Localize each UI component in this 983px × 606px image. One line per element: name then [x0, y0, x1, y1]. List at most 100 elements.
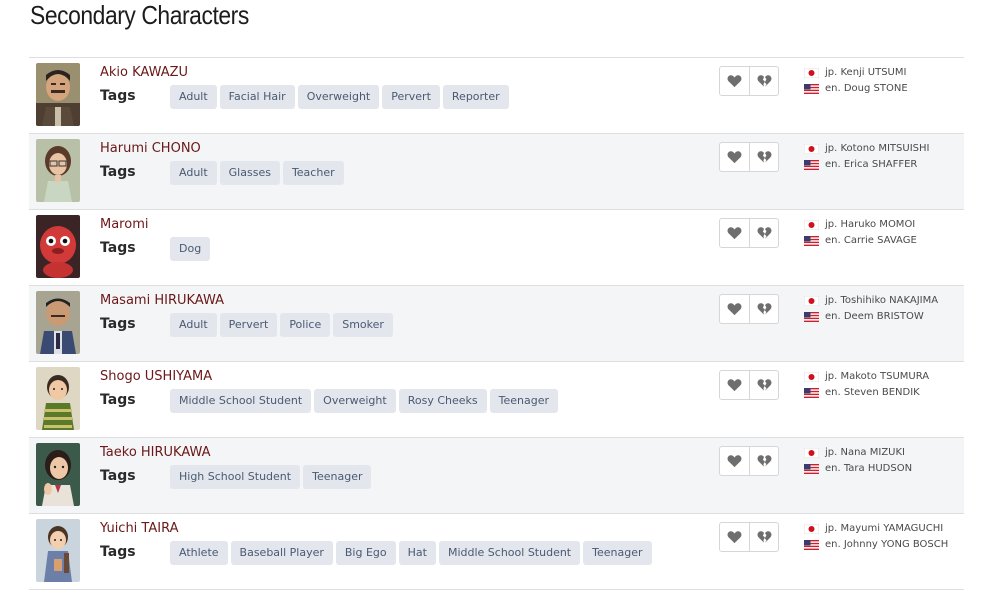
love-button[interactable] — [720, 447, 749, 475]
hate-button[interactable] — [749, 295, 778, 323]
va-japanese: jp. Toshihiko NAKAJIMA — [804, 293, 938, 309]
tag-chip[interactable]: Adult — [170, 313, 217, 337]
va-english-name[interactable]: en. Carrie SAVAGE — [825, 233, 917, 249]
tag-chip[interactable]: Dog — [170, 237, 211, 261]
va-english-name[interactable]: en. Steven BENDIK — [825, 385, 920, 401]
character-name[interactable]: Yuichi TAIRA — [100, 521, 179, 536]
va-english: en. Erica SHAFFER — [804, 157, 929, 173]
tag-chip[interactable]: Teacher — [282, 161, 344, 185]
tag-chip[interactable]: Overweight — [314, 389, 396, 413]
va-japanese-name[interactable]: jp. Makoto TSUMURA — [825, 369, 929, 385]
love-button[interactable] — [720, 523, 749, 551]
tags-label: Tags — [100, 468, 136, 484]
tag-chip[interactable]: Teenager — [489, 389, 558, 413]
tags-label: Tags — [100, 164, 136, 180]
hate-button[interactable] — [749, 143, 778, 171]
character-portrait[interactable] — [36, 443, 80, 506]
voice-actors: jp. Mayumi YAMAGUCHI en. Johnny YONG BOS… — [804, 521, 948, 553]
character-row: Harumi CHONO Tags AdultGlassesTeacher — [29, 134, 964, 210]
broken-heart-icon — [757, 303, 771, 315]
tag-chip[interactable]: Middle School Student — [170, 389, 312, 413]
tag-chip[interactable]: Athlete — [170, 541, 228, 565]
va-japanese-name[interactable]: jp. Kenji UTSUMI — [825, 65, 906, 81]
character-name[interactable]: Maromi — [100, 217, 148, 232]
tags-label: Tags — [100, 88, 136, 104]
broken-heart-icon — [757, 379, 771, 391]
va-japanese-name[interactable]: jp. Mayumi YAMAGUCHI — [825, 521, 943, 537]
japan-flag-icon — [804, 296, 819, 306]
japan-flag-icon — [804, 372, 819, 382]
va-japanese-name[interactable]: jp. Haruko MOMOI — [825, 217, 915, 233]
character-portrait[interactable] — [36, 519, 80, 582]
tags-label: Tags — [100, 240, 136, 256]
character-portrait[interactable] — [36, 63, 80, 126]
tag-list: High School Student Teenager — [170, 465, 372, 489]
character-portrait[interactable] — [36, 367, 80, 430]
va-japanese-name[interactable]: jp. Kotono MITSUISHI — [825, 141, 929, 157]
tag-chip[interactable]: Facial Hair — [219, 85, 295, 109]
tag-chip[interactable]: Adult — [170, 85, 217, 109]
hate-button[interactable] — [749, 371, 778, 399]
tag-chip[interactable]: Overweight — [297, 85, 380, 109]
vote-buttons — [719, 370, 779, 400]
character-portrait[interactable] — [36, 291, 80, 354]
character-list: Akio KAWAZU Tags Adult Facial Hair Overwei… — [29, 57, 964, 590]
heart-icon — [727, 303, 742, 316]
hate-button[interactable] — [749, 67, 778, 95]
character-portrait[interactable] — [36, 215, 80, 278]
character-name[interactable]: Harumi CHONO — [100, 141, 201, 156]
tag-list: Adult Pervert Police Smoker — [170, 313, 393, 337]
heart-icon — [727, 455, 742, 468]
tag-chip[interactable]: Police — [280, 313, 331, 337]
vote-buttons — [719, 218, 779, 248]
hate-button[interactable] — [749, 447, 778, 475]
hate-button[interactable] — [749, 523, 778, 551]
va-japanese-name[interactable]: jp. Toshihiko NAKAJIMA — [825, 293, 938, 309]
section-title: Secondary Characters — [30, 0, 249, 30]
character-row: Masami HIRUKAWA Tags Adult Pervert Police S… — [29, 286, 964, 362]
love-button[interactable] — [720, 371, 749, 399]
broken-heart-icon — [757, 75, 771, 87]
us-flag-icon — [804, 312, 819, 322]
tag-chip[interactable]: Baseball Player — [230, 541, 333, 565]
character-name[interactable]: Akio KAWAZU — [100, 65, 188, 80]
hate-button[interactable] — [749, 219, 778, 247]
va-english-name[interactable]: en. Johnny YONG BOSCH — [825, 537, 948, 553]
tag-chip[interactable]: Reporter — [442, 85, 509, 109]
tag-chip[interactable]: Big Ego — [335, 541, 396, 565]
tag-chip[interactable]: Middle School Student — [438, 541, 581, 565]
tag-chip[interactable]: Smoker — [333, 313, 393, 337]
va-english-name[interactable]: en. Erica SHAFFER — [825, 157, 917, 173]
character-name[interactable]: Masami HIRUKAWA — [100, 293, 224, 308]
voice-actors: jp. Toshihiko NAKAJIMA en. Deem BRISTOW — [804, 293, 938, 325]
tag-chip[interactable]: Teenager — [583, 541, 652, 565]
love-button[interactable] — [720, 143, 749, 171]
tag-chip[interactable]: Pervert — [219, 313, 278, 337]
character-name[interactable]: Shogo USHIYAMA — [100, 369, 212, 384]
va-english-name[interactable]: en. Tara HUDSON — [825, 461, 912, 477]
tag-chip[interactable]: Glasses — [219, 161, 280, 185]
va-japanese: jp. Makoto TSUMURA — [804, 369, 929, 385]
va-english-name[interactable]: en. Deem BRISTOW — [825, 309, 924, 325]
tag-chip[interactable]: Hat — [398, 541, 436, 565]
va-japanese-name[interactable]: jp. Nana MIZUKI — [825, 445, 905, 461]
love-button[interactable] — [720, 67, 749, 95]
tag-chip[interactable]: Adult — [170, 161, 217, 185]
tag-chip[interactable]: Rosy Cheeks — [398, 389, 487, 413]
va-english-name[interactable]: en. Doug STONE — [825, 81, 908, 97]
us-flag-icon — [804, 160, 819, 170]
character-portrait[interactable] — [36, 139, 80, 202]
character-name[interactable]: Taeko HIRUKAWA — [100, 445, 211, 460]
va-japanese: jp. Kenji UTSUMI — [804, 65, 908, 81]
tag-list: Adult Facial Hair Overweight Pervert Reporte… — [170, 85, 509, 109]
love-button[interactable] — [720, 219, 749, 247]
tag-chip[interactable]: High School Student — [170, 465, 301, 489]
love-button[interactable] — [720, 295, 749, 323]
broken-heart-icon — [757, 227, 771, 239]
heart-icon — [727, 531, 742, 544]
japan-flag-icon — [804, 220, 819, 230]
tag-chip[interactable]: Pervert — [382, 85, 440, 109]
tag-chip[interactable]: Teenager — [303, 465, 372, 489]
character-row: Yuichi TAIRA Tags Athlete Baseball Player… — [29, 514, 964, 590]
va-japanese: jp. Mayumi YAMAGUCHI — [804, 521, 948, 537]
